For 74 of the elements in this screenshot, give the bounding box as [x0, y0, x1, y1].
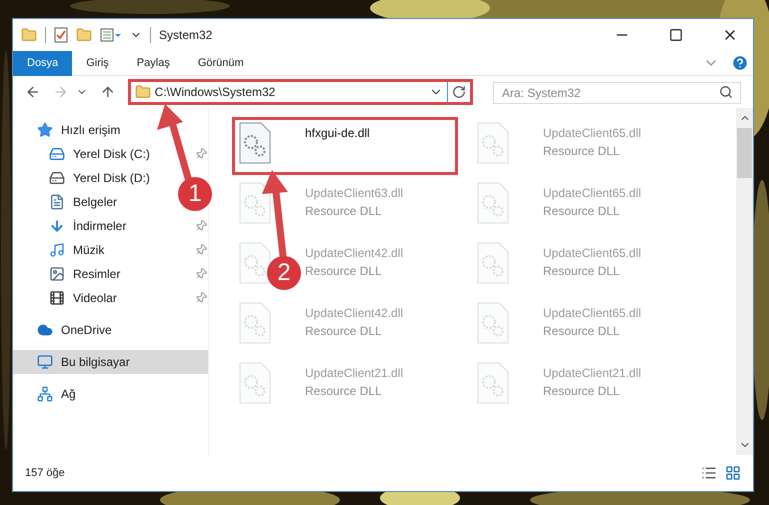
cloud-icon	[37, 322, 53, 338]
ribbon-tab[interactable]: Dosya	[13, 50, 72, 76]
file-icon	[239, 302, 271, 344]
sidebar-item[interactable]: Yerel Disk (D:)	[13, 166, 162, 190]
item-count: 157 öğe	[25, 466, 65, 481]
file-name: UpdateClient65.dll	[543, 185, 642, 202]
file-item[interactable]: hfxgui-de.dll	[232, 117, 458, 175]
sidebar-item[interactable]: Müzik	[13, 238, 116, 262]
sidebar-item[interactable]: Belgeler	[13, 190, 130, 214]
file-name: UpdateClient65.dll	[543, 125, 642, 142]
sidebar-item[interactable]: Bu bilgisayar	[13, 350, 208, 374]
file-icon	[239, 182, 271, 224]
address-path: C:\Windows\System32	[154, 84, 276, 101]
music-note-icon	[49, 242, 65, 258]
search-field[interactable]: Ara: System32	[493, 82, 741, 104]
refresh-icon[interactable]	[452, 85, 466, 99]
file-type: Resource DLL	[543, 203, 621, 220]
file-name: UpdateClient63.dll	[305, 185, 404, 202]
up-icon[interactable]	[100, 84, 116, 100]
file-icon	[477, 302, 509, 344]
scrollbar[interactable]	[736, 108, 753, 455]
file-name: UpdateClient21.dll	[305, 365, 404, 382]
properties-icon[interactable]	[100, 28, 122, 42]
file-type: Resource DLL	[543, 383, 621, 400]
sidebar-item[interactable]: Ağ	[13, 382, 88, 406]
file-type: Resource DLL	[305, 203, 383, 220]
sidebar-item[interactable]: Resimler	[13, 262, 132, 286]
address-bar[interactable]: C:\Windows\System32	[128, 79, 473, 105]
monitor-icon	[37, 354, 53, 370]
file-name: hfxgui-de.dll	[305, 125, 370, 142]
details-view-icon[interactable]	[701, 465, 717, 481]
file-icon	[239, 122, 271, 164]
file-type: Resource DLL	[543, 263, 621, 280]
file-icon	[477, 242, 509, 284]
sidebar-item[interactable]: Yerel Disk (C:)	[13, 142, 162, 166]
file-icon	[239, 242, 271, 284]
file-type: Resource DLL	[305, 323, 383, 340]
back-icon[interactable]	[25, 84, 41, 100]
star-icon	[37, 122, 53, 138]
picture-icon	[49, 266, 65, 282]
ribbon-tab[interactable]: Paylaş	[122, 50, 184, 76]
file-name: UpdateClient21.dll	[543, 365, 642, 382]
file-type: Resource DLL	[543, 323, 621, 340]
window-title: System32	[159, 27, 212, 44]
file-name: UpdateClient42.dll	[305, 305, 404, 322]
file-icon	[477, 362, 509, 404]
help-icon[interactable]	[731, 54, 749, 72]
file-name: UpdateClient42.dll	[305, 245, 404, 262]
file-type: Resource DLL	[543, 143, 621, 160]
maximize-icon[interactable]	[669, 28, 683, 42]
file-icon	[477, 122, 509, 164]
file-type: Resource DLL	[305, 263, 383, 280]
search-icon	[719, 85, 733, 99]
drive-icon	[49, 146, 65, 162]
sidebar-item[interactable]: İndirmeler	[13, 214, 138, 238]
file-name: UpdateClient65.dll	[543, 245, 642, 262]
file-icon	[477, 182, 509, 224]
ribbon-tab[interactable]: Görünüm	[184, 50, 258, 76]
ribbon-tab[interactable]: Giriş	[72, 50, 123, 76]
file-type: Resource DLL	[305, 383, 383, 400]
sidebar-item[interactable]: Hızlı erişim	[13, 118, 132, 142]
sidebar-item[interactable]: Videolar	[13, 286, 129, 310]
sidebar-item[interactable]: OneDrive	[13, 318, 124, 342]
network-icon	[37, 386, 53, 402]
download-icon	[49, 218, 65, 234]
checklist-icon[interactable]	[54, 27, 68, 43]
document-icon	[49, 194, 65, 210]
file-icon	[239, 362, 271, 404]
file-name: UpdateClient65.dll	[543, 305, 642, 322]
film-icon	[49, 290, 65, 306]
scroll-thumb[interactable]	[737, 128, 752, 178]
folder-icon	[134, 84, 151, 100]
large-icons-view-icon[interactable]	[725, 465, 741, 481]
drive-icon	[49, 170, 65, 186]
